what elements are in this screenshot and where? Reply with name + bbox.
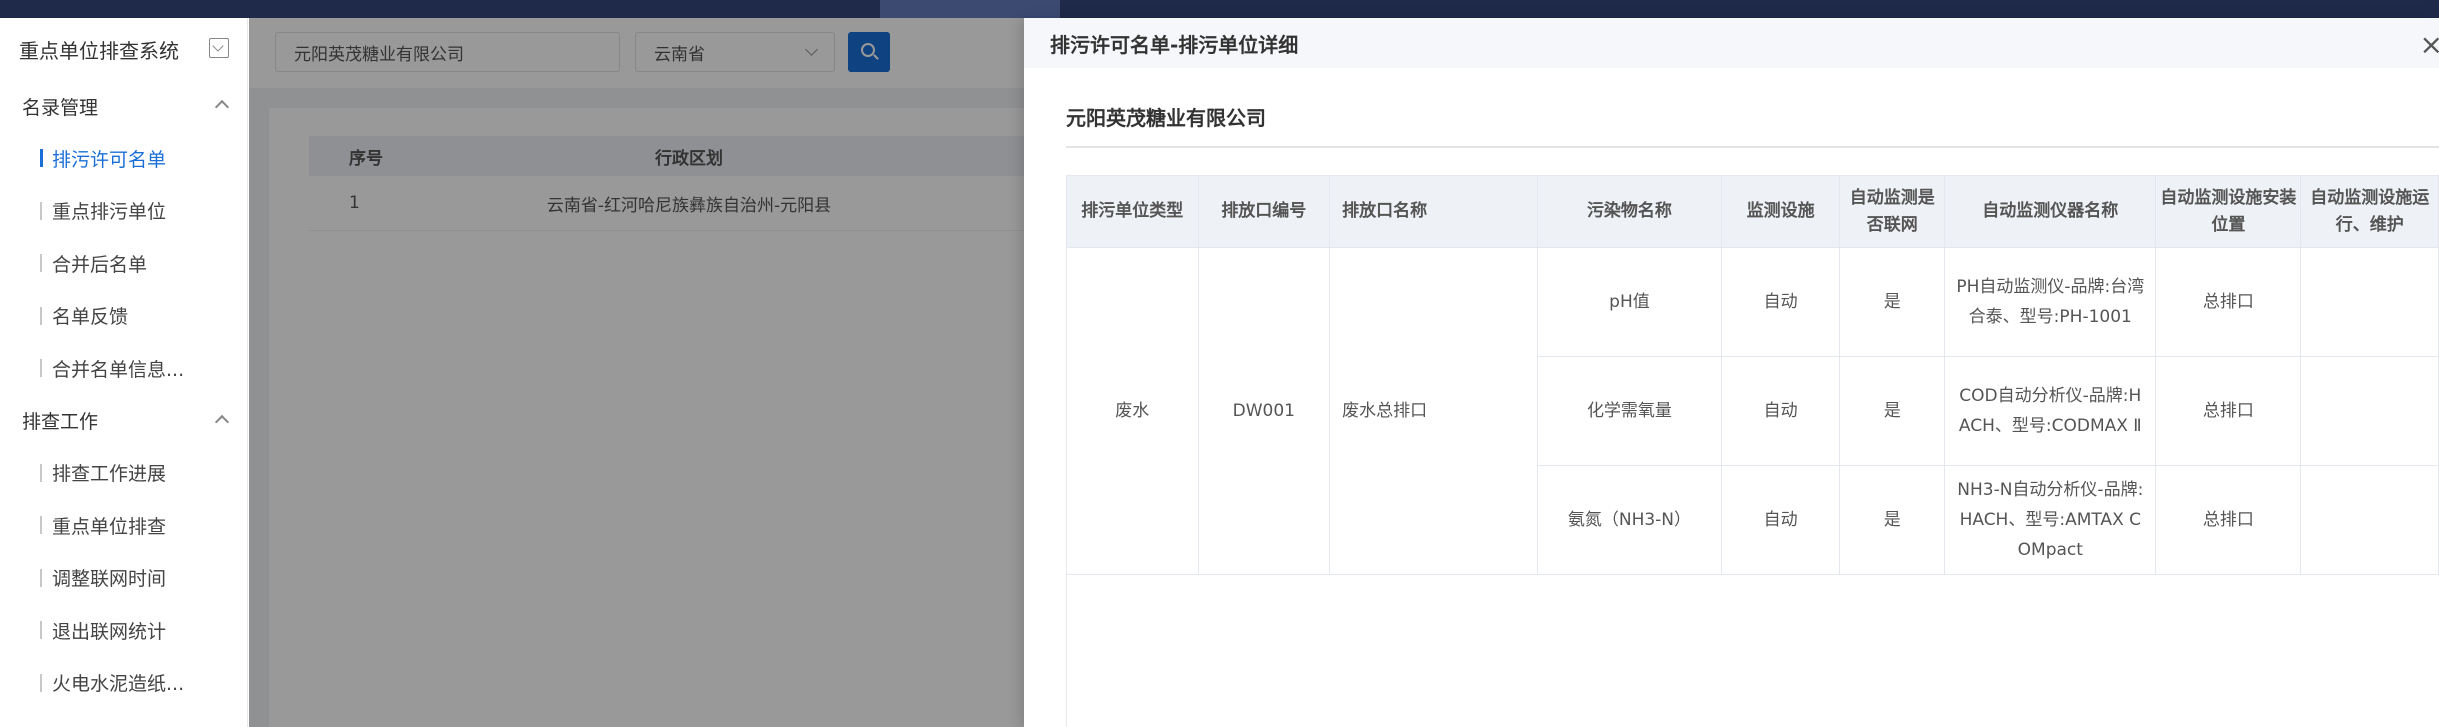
sidebar-item-exit-stats[interactable]: 退出联网统计 (0, 604, 247, 657)
header-outlet-code: 排放口编号 (1197, 175, 1331, 248)
header-outlet-name: 排放口名称 (1329, 175, 1538, 248)
sidebar-item-list-feedback[interactable]: 名单反馈 (0, 290, 247, 343)
sidebar-item-power-cement[interactable]: 火电水泥造纸... (0, 657, 247, 710)
cell-facility: 自动 (1721, 356, 1841, 466)
header-networked: 自动监测是否联网 (1839, 175, 1946, 248)
header-instrument: 自动监测仪器名称 (1944, 175, 2157, 248)
app-title-text: 重点单位排查系统 (19, 38, 179, 63)
cell-facility: 自动 (1721, 247, 1841, 357)
chevron-up-icon (214, 99, 230, 115)
divider (1066, 146, 2439, 148)
sidebar-item-merged-list[interactable]: 合并后名单 (0, 237, 247, 290)
empty-cell (1066, 574, 2439, 727)
sidebar-item-key-inspection[interactable]: 重点单位排查 (0, 499, 247, 552)
outlet-detail-table: 排污单位类型 排放口编号 排放口名称 污染物名称 监测设施 自动监测是否联网 自… (1066, 175, 2439, 727)
collapse-sidebar-icon[interactable] (209, 38, 229, 58)
cell-networked: 是 (1839, 356, 1946, 466)
drawer-title: 排污许可名单-排污单位详细 (1050, 32, 1299, 57)
cell-location: 总排口 (2155, 356, 2302, 466)
cell-pollutant: 化学需氧量 (1536, 356, 1723, 466)
table-empty-area (1066, 574, 2439, 727)
cell-outlet-code: DW001 (1197, 247, 1331, 575)
cell-maintenance (2300, 465, 2439, 575)
cell-facility: 自动 (1721, 465, 1841, 575)
header-facility: 监测设施 (1721, 175, 1841, 248)
sidebar-item-label: 退出联网统计 (52, 620, 167, 643)
header-unit-type: 排污单位类型 (1066, 175, 1199, 248)
drawer-header: 排污许可名单-排污单位详细 × (1024, 18, 2439, 68)
sidebar-item-label: 合并后名单 (52, 253, 148, 276)
modal-mask[interactable] (249, 18, 1024, 727)
sidebar-item-label: 调整联网时间 (52, 568, 167, 591)
header-location: 自动监测设施安装位置 (2155, 175, 2302, 248)
sidebar-group-label: 排查工作 (22, 411, 99, 433)
table-row: 废水 DW001 废水总排口 pH值 自动 是 PH自动监测仪-品牌:台湾合泰、… (1066, 247, 2439, 575)
sidebar-item-progress[interactable]: 排查工作进展 (0, 447, 247, 500)
cell-outlet-name: 废水总排口 (1329, 247, 1538, 575)
sidebar-item-permit-list[interactable]: 排污许可名单 (0, 132, 247, 185)
header-maintenance: 自动监测设施运行、维护 (2300, 175, 2439, 248)
top-bar (0, 0, 2439, 18)
header-pollutant: 污染物名称 (1536, 175, 1723, 248)
sidebar-group-label: 名录管理 (22, 96, 99, 119)
company-name: 元阳英茂糖业有限公司 (1066, 106, 1266, 130)
close-icon[interactable]: × (2420, 28, 2439, 61)
sidebar-item-label: 火电水泥造纸... (52, 673, 185, 696)
detail-drawer: 排污许可名单-排污单位详细 × 元阳英茂糖业有限公司 排污单位类型 排放口编号 … (1024, 18, 2439, 727)
sidebar-item-merged-info[interactable]: 合并名单信息... (0, 342, 247, 395)
sidebar-item-key-polluters[interactable]: 重点排污单位 (0, 185, 247, 238)
sidebar: 重点单位排查系统 名录管理 排污许可名单 重点排污单位 合并后名单 名单反馈 合… (0, 18, 248, 727)
app-title: 重点单位排查系统 (0, 18, 247, 80)
cell-pollutant: 氨氮（NH3-N） (1536, 465, 1723, 575)
sidebar-item-label: 名单反馈 (52, 306, 129, 329)
sidebar-group-inspection[interactable]: 排查工作 (0, 395, 247, 447)
sidebar-group-directory[interactable]: 名录管理 (0, 80, 247, 132)
cell-location: 总排口 (2155, 247, 2302, 357)
cell-networked: 是 (1839, 247, 1946, 357)
cell-instrument: NH3-N自动分析仪-品牌:HACH、型号:AMTAX COMpact (1944, 465, 2157, 575)
cell-pollutant: pH值 (1536, 247, 1723, 357)
cell-unit-type: 废水 (1066, 247, 1199, 575)
cell-networked: 是 (1839, 465, 1946, 575)
top-bar-highlight (880, 0, 1060, 18)
sidebar-item-label: 合并名单信息... (52, 358, 185, 381)
sidebar-item-adjust-time[interactable]: 调整联网时间 (0, 552, 247, 605)
cell-instrument: COD自动分析仪-品牌:HACH、型号:CODMAX Ⅱ (1944, 356, 2157, 466)
table-header-row: 排污单位类型 排放口编号 排放口名称 污染物名称 监测设施 自动监测是否联网 自… (1066, 175, 2439, 248)
cell-maintenance (2300, 247, 2439, 357)
sidebar-item-label: 重点排污单位 (52, 201, 167, 224)
cell-location: 总排口 (2155, 465, 2302, 575)
chevron-up-icon (214, 414, 230, 429)
cell-instrument: PH自动监测仪-品牌:台湾合泰、型号:PH-1001 (1944, 247, 2157, 357)
sidebar-item-label: 重点单位排查 (52, 515, 167, 538)
sidebar-item-label: 排查工作进展 (52, 463, 167, 486)
cell-maintenance (2300, 356, 2439, 466)
sidebar-item-label: 排污许可名单 (52, 148, 167, 171)
